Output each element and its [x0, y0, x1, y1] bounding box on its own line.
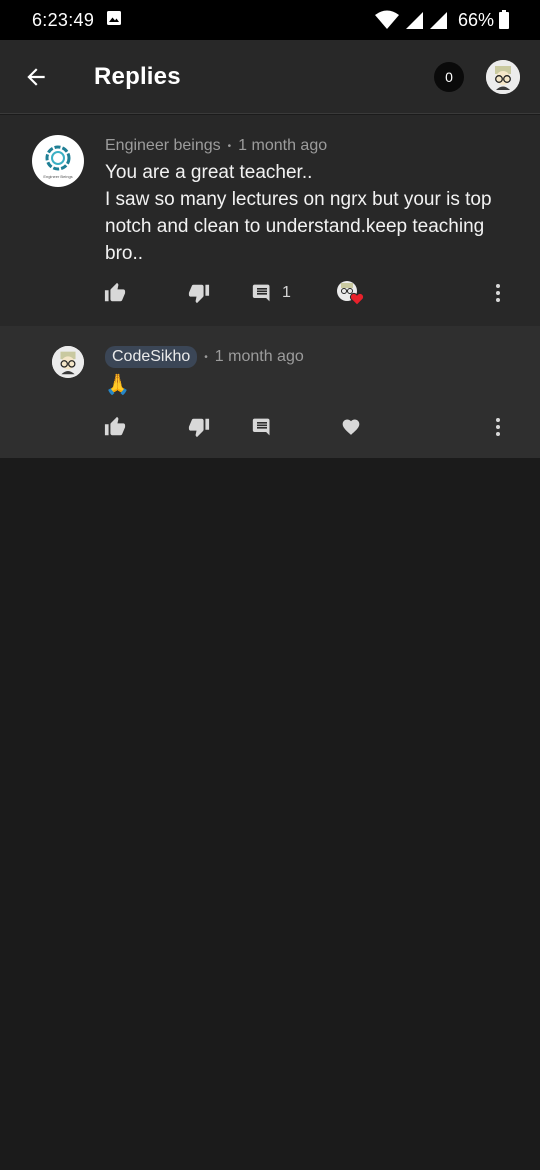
separator-dot: • — [204, 351, 208, 363]
notification-badge[interactable]: 0 — [434, 61, 464, 92]
comment-card: Engineer Beings Engineer beings • 1 mont… — [0, 115, 540, 326]
comment-more-button[interactable] — [488, 278, 508, 308]
like-icon — [104, 416, 126, 436]
reply-button[interactable]: 1 — [252, 278, 291, 308]
image-icon — [106, 10, 122, 31]
status-bar: 6:23:49 66% — [0, 0, 540, 40]
battery-percent: 66% — [457, 9, 494, 30]
dislike-icon — [188, 284, 210, 304]
status-time: 6:23:49 — [32, 9, 95, 30]
heart-button[interactable] — [341, 412, 361, 442]
wifi-icon — [374, 10, 400, 30]
dislike-icon — [188, 418, 210, 438]
dislike-button[interactable] — [188, 278, 210, 308]
reply-author-chip[interactable]: CodeSikho — [105, 346, 198, 368]
reply-icon — [252, 418, 270, 436]
comment-author[interactable]: Engineer beings — [105, 137, 221, 155]
heart-icon — [342, 419, 360, 435]
more-icon — [496, 418, 500, 436]
reply-card: CodeSikho • 1 month ago 🙏 — [0, 326, 540, 458]
reply-meta: CodeSikho • 1 month ago — [105, 346, 304, 368]
signal-icon-2 — [428, 10, 448, 30]
comment-line-1: You are a great teacher.. — [105, 162, 313, 183]
comment-meta: Engineer beings • 1 month ago — [105, 137, 327, 155]
logo-text: Engineer Beings — [43, 174, 72, 179]
reply-actions — [0, 412, 540, 442]
engineer-beings-logo: Engineer Beings — [43, 145, 73, 179]
reply-icon — [252, 284, 270, 302]
account-avatar[interactable] — [486, 59, 520, 94]
reply-author-avatar[interactable] — [52, 346, 84, 378]
comment-line-2: I saw so many lectures on ngrx but your … — [105, 189, 492, 264]
separator-dot: • — [227, 140, 232, 152]
battery-icon — [498, 10, 510, 30]
reply-dislike-button[interactable] — [188, 412, 210, 442]
page-title: Replies — [94, 62, 181, 90]
creator-heart — [336, 278, 366, 308]
author-avatar[interactable]: Engineer Beings — [32, 135, 84, 187]
reply-reply-button[interactable] — [252, 412, 272, 442]
back-arrow-icon — [27, 67, 45, 86]
comment-text: You are a great teacher.. I saw so many … — [105, 159, 505, 267]
like-button[interactable] — [104, 278, 126, 308]
comment-timestamp: 1 month ago — [238, 137, 328, 154]
more-icon — [496, 284, 500, 302]
like-icon — [104, 282, 126, 302]
heart-icon — [349, 292, 365, 306]
back-button[interactable] — [16, 57, 56, 97]
reply-text: 🙏 — [105, 374, 130, 396]
reply-count: 1 — [282, 284, 291, 301]
reply-more-button[interactable] — [488, 412, 508, 442]
reply-like-button[interactable] — [104, 412, 126, 442]
signal-icon — [404, 10, 424, 30]
reply-timestamp: 1 month ago — [214, 348, 304, 365]
app-bar: Replies 0 — [0, 40, 540, 114]
comment-actions: 1 — [0, 278, 540, 308]
